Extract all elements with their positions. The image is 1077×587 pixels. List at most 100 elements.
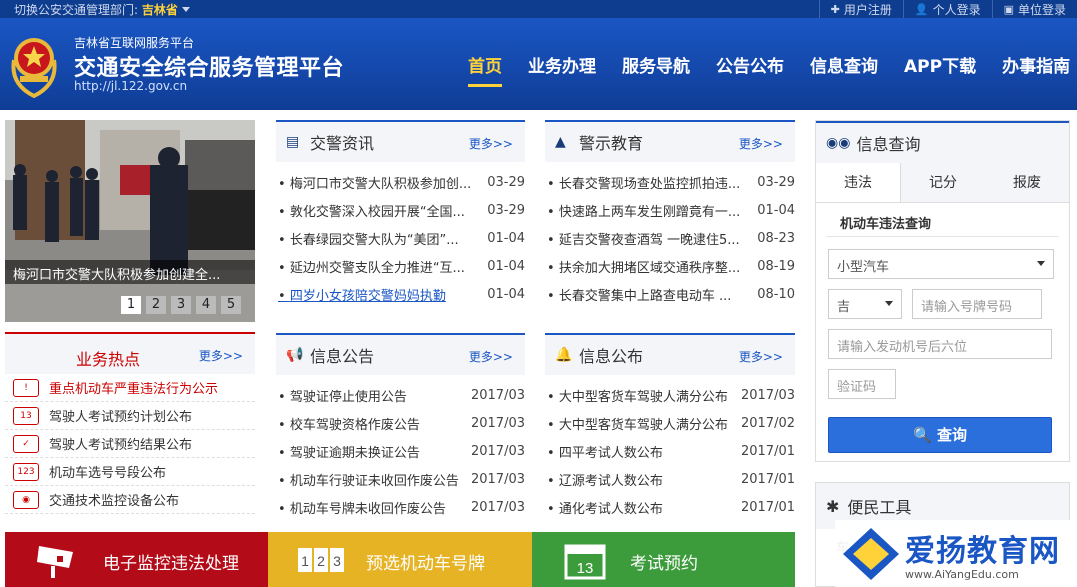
tab-violation[interactable]: 违法 (816, 163, 901, 202)
list-item[interactable]: 大中型客货车驾驶人满分公布2017/03 (545, 381, 795, 409)
list-item[interactable]: 驾驶证逾期未换证公告2017/03 (276, 437, 525, 465)
info-notice-header: 📢 信息公告 更多>> (276, 333, 525, 375)
info-notice-list: 驾驶证停止使用公告2017/03 校车驾驶资格作废公告2017/03 驾驶证逾期… (276, 375, 525, 521)
engine-number-input[interactable]: 请输入发动机号后六位 (828, 329, 1052, 359)
info-notice-more-link[interactable]: 更多>> (469, 348, 513, 365)
info-query-panel: ◉◉ 信息查询 违法 记分 报废 机动车违法查询 小型汽车 吉 请输入号牌号码 … (815, 120, 1070, 462)
list-item[interactable]: 延边州交警支队全力推进“互...01-04 (276, 252, 525, 280)
news-more-link[interactable]: 更多>> (469, 135, 513, 152)
list-item[interactable]: ✓ 驾驶人考试预约结果公布 (5, 430, 255, 458)
slider-page-5[interactable]: 5 (221, 296, 241, 314)
panel-title: 信息查询 (856, 135, 921, 154)
site-subtitle: 吉林省互联网服务平台 (74, 36, 195, 50)
list-item[interactable]: 大中型客货车驾驶人满分公布2017/02 (545, 409, 795, 437)
list-item[interactable]: 延吉交警夜查酒驾 一晚逮住5...08-23 (545, 224, 795, 252)
slider-page-4[interactable]: 4 (196, 296, 216, 314)
panel-title: 信息公布 (579, 347, 644, 366)
list-item[interactable]: 长春交警集中上路查电动车 ...08-10 (545, 280, 795, 308)
dept-switcher[interactable]: 切换公安交通管理部门: 吉林省 (14, 1, 190, 18)
svg-text:1: 1 (301, 553, 309, 569)
personal-login-link[interactable]: 👤 个人登录 (902, 0, 992, 18)
nav-business[interactable]: 业务办理 (528, 52, 596, 87)
watermark-url: www.AiYangEdu.com (905, 568, 1019, 581)
svg-text:3: 3 (333, 553, 341, 569)
tab-points[interactable]: 记分 (901, 163, 985, 202)
calendar-check-icon: ✓ (13, 434, 39, 453)
nav-announcements[interactable]: 公告公布 (716, 52, 784, 87)
site-title[interactable]: 交通安全综合服务管理平台 (74, 50, 344, 82)
hot-business-panel: 业务热点 更多>> ! 重点机动车严重违法行为公示 13 驾驶人考试预约计划公布 ✓… (5, 332, 255, 514)
photo-slider[interactable]: 梅河口市交警大队积极参加创建全... 1 2 3 4 5 (5, 120, 255, 322)
info-publish-more-link[interactable]: 更多>> (739, 348, 783, 365)
tab-scrap[interactable]: 报废 (985, 163, 1069, 202)
svg-text:13: 13 (577, 560, 594, 577)
slider-page-3[interactable]: 3 (171, 296, 191, 314)
plate-number-input[interactable]: 请输入号牌号码 (912, 289, 1042, 319)
bell-icon: 🔔 (555, 347, 573, 363)
nav-info-query[interactable]: 信息查询 (810, 52, 878, 87)
site-header: 吉林省互联网服务平台 交通安全综合服务管理平台 http://jl.122.go… (0, 18, 1077, 110)
account-links: ✚ 用户注册 👤 个人登录 ▣ 单位登录 (818, 0, 1077, 18)
top-bar: 切换公安交通管理部门: 吉林省 ✚ 用户注册 👤 个人登录 ▣ 单位登录 (0, 0, 1077, 18)
info-publish-header: 🔔 信息公布 更多>> (545, 333, 795, 375)
list-item[interactable]: ! 重点机动车严重违法行为公示 (5, 374, 255, 402)
list-item[interactable]: 校车驾驶资格作废公告2017/03 (276, 409, 525, 437)
list-item[interactable]: 梅河口市交警大队积极参加创...03-29 (276, 168, 525, 196)
list-item[interactable]: 扶余加大拥堵区域交通秩序整...08-19 (545, 252, 795, 280)
list-item[interactable]: 敦化交警深入校园开展“全国...03-29 (276, 196, 525, 224)
list-item[interactable]: 长春绿园交警大队为“美团”...01-04 (276, 224, 525, 252)
slider-page-2[interactable]: 2 (146, 296, 166, 314)
company-login-link[interactable]: ▣ 单位登录 (991, 0, 1077, 18)
list-item[interactable]: 123 机动车选号号段公布 (5, 458, 255, 486)
watermark-name: 爱扬教育网 (905, 534, 1060, 569)
list-item[interactable]: 辽源考试人数公布2017/01 (545, 465, 795, 493)
province-select[interactable]: 吉 (828, 289, 902, 319)
news-panel: ▤ 交警资讯 更多>> 梅河口市交警大队积极参加创...03-29 敦化交警深入… (276, 120, 525, 308)
hot-list: ! 重点机动车严重违法行为公示 13 驾驶人考试预约计划公布 ✓ 驾驶人考试预约结果公… (5, 374, 255, 514)
banner-electronic-monitoring[interactable]: 电子监控违法处理 (5, 532, 268, 587)
chevron-down-icon[interactable] (181, 7, 190, 12)
list-item[interactable]: 机动车号牌未收回作废公告2017/03 (276, 493, 525, 521)
slider-page-1[interactable]: 1 (121, 296, 141, 314)
hot-panel-header: 业务热点 更多>> (5, 332, 255, 374)
plus-icon: ✚ (830, 2, 840, 16)
query-button[interactable]: 🔍 查询 (828, 417, 1052, 453)
list-item[interactable]: 四岁小女孩陪交警妈妈执勤01-04 (276, 280, 525, 308)
list-item[interactable]: 13 驾驶人考试预约计划公布 (5, 402, 255, 430)
list-item[interactable]: 通化考试人数公布2017/01 (545, 493, 795, 521)
svg-text:2: 2 (317, 553, 325, 569)
list-item[interactable]: 长春交警现场查处监控抓拍违...03-29 (545, 168, 795, 196)
banner-label[interactable]: 电子监控违法处理 (103, 549, 239, 574)
list-item[interactable]: ◉ 交通技术监控设备公布 (5, 486, 255, 514)
calendar-icon: 13 (13, 406, 39, 425)
list-item[interactable]: 快速路上两车发生刚蹭竟有一...01-04 (545, 196, 795, 224)
user-icon: 👤 (914, 2, 929, 16)
captcha-input[interactable]: 验证码 (828, 369, 896, 399)
nav-app-download[interactable]: APP下载 (904, 52, 976, 87)
hot-more-link[interactable]: 更多>> (199, 347, 243, 364)
banner-exam-booking[interactable]: 13 考试预约 (532, 532, 795, 587)
info-notice-panel: 📢 信息公告 更多>> 驾驶证停止使用公告2017/03 校车驾驶资格作废公告2… (276, 333, 525, 521)
asterisk-icon: ✱ (826, 496, 840, 516)
nav-service-guide[interactable]: 服务导航 (622, 52, 690, 87)
dept-value[interactable]: 吉林省 (142, 3, 178, 17)
banner-label[interactable]: 考试预约 (630, 549, 698, 574)
warning-panel: ▲ 警示教育 更多>> 长春交警现场查处监控抓拍违...03-29 快速路上两车… (545, 120, 795, 308)
warning-more-link[interactable]: 更多>> (739, 135, 783, 152)
register-link[interactable]: ✚ 用户注册 (818, 0, 903, 18)
list-item[interactable]: 驾驶证停止使用公告2017/03 (276, 381, 525, 409)
list-item[interactable]: 机动车行驶证未收回作废公告2017/03 (276, 465, 525, 493)
panel-title: 便民工具 (847, 498, 912, 517)
plate-number-icon: 1 2 3 (298, 548, 344, 572)
banner-label[interactable]: 预选机动车号牌 (366, 549, 485, 574)
nav-guide[interactable]: 办事指南 (1002, 52, 1070, 87)
list-item[interactable]: 四平考试人数公布2017/01 (545, 437, 795, 465)
slider-caption[interactable]: 梅河口市交警大队积极参加创建全... (5, 260, 255, 284)
panel-title: 业务热点 (76, 350, 141, 369)
vehicle-type-select[interactable]: 小型汽车 (828, 249, 1054, 279)
newspaper-icon: ▤ (286, 134, 300, 150)
slider-photo (5, 120, 255, 322)
watermark-logo-icon (843, 528, 899, 580)
banner-plate-selection[interactable]: 1 2 3 预选机动车号牌 (268, 532, 532, 587)
nav-home[interactable]: 首页 (468, 52, 502, 87)
